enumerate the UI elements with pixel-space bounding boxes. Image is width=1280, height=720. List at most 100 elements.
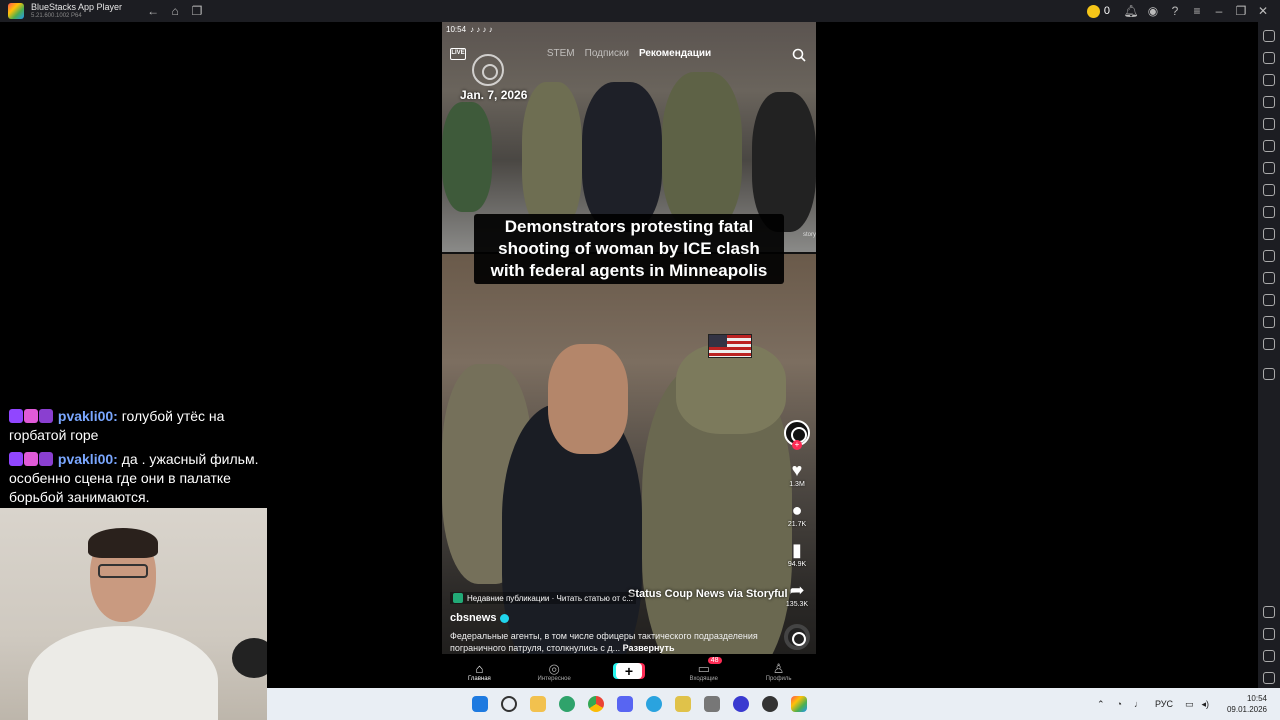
expand-caption-link[interactable]: Развернуть (623, 643, 675, 653)
tab-stem[interactable]: STEM (547, 48, 575, 59)
comment-action[interactable]: ● 21.7K (784, 500, 810, 528)
nav-home-label: Главная (467, 675, 491, 682)
app-version: 5.21.600.1002 P64 (31, 13, 82, 19)
caption-text: Федеральные агенты, в том числе офицеры … (450, 631, 758, 653)
like-action[interactable]: ♥ 1.3M (784, 460, 810, 488)
save-action[interactable]: ▮ 94.9K (784, 540, 810, 568)
author-name[interactable]: cbsnews (450, 612, 496, 624)
settings-icon[interactable] (1263, 606, 1275, 618)
rotate-icon[interactable] (1263, 140, 1275, 152)
follow-plus-icon[interactable]: + (792, 440, 802, 450)
windows-start-icon[interactable] (472, 696, 488, 712)
mic-icon[interactable]: ♩ (1134, 699, 1143, 709)
screen: BlueStacks App Player 5.21.600.1002 P64 … (0, 0, 1280, 720)
article-icon (453, 593, 463, 603)
minimize-icon[interactable]: – (1208, 4, 1230, 18)
bookmark-icon[interactable]: ▮ (792, 540, 802, 560)
display-icon[interactable]: ▭ (1185, 699, 1194, 710)
verified-badge-icon (500, 613, 510, 623)
titlebar-controls: 0 🔔︎ ◉ ? ≡ – ❐ ✕ (1086, 0, 1274, 22)
account-icon[interactable]: ◉ (1142, 4, 1164, 18)
chrome-icon[interactable] (588, 696, 604, 712)
status-time: 10:54 (446, 25, 467, 34)
nav-profile[interactable]: ♙ Профиль (749, 661, 809, 682)
search-icon[interactable] (501, 696, 517, 712)
subscriber-badge-icon (39, 452, 53, 466)
keyboard-icon[interactable] (1263, 74, 1275, 86)
volume-icon[interactable] (1263, 52, 1275, 64)
app-icon[interactable] (675, 696, 691, 712)
coin-icon[interactable] (1086, 4, 1100, 18)
notification-bell-icon[interactable]: 🔔︎ (1120, 4, 1142, 18)
gamepad-icon[interactable] (1263, 96, 1275, 108)
screenshot-icon[interactable] (1263, 206, 1275, 218)
more-options-icon[interactable] (1263, 368, 1275, 380)
tab-for-you[interactable]: Рекомендации (639, 48, 711, 59)
language-indicator[interactable]: РУС (1155, 699, 1173, 709)
compass-icon: ◎ (548, 660, 560, 676)
eco-mode-icon[interactable] (1263, 272, 1275, 284)
heart-badge-icon (24, 409, 38, 423)
android-recents-icon[interactable] (1263, 672, 1275, 684)
create-plus-icon[interactable]: + (615, 663, 642, 679)
app-name: BlueStacks App Player (31, 2, 123, 12)
telegram-icon[interactable] (646, 696, 662, 712)
heart-icon[interactable]: ♥ (792, 460, 803, 480)
chat-username: pvakli00: (57, 451, 118, 467)
save-count: 94.9K (787, 561, 807, 568)
system-tray: ⌃ ◔ ♩ РУС ▭ ◂) (1097, 688, 1209, 720)
clock-date: 09.01.2026 (1226, 705, 1267, 714)
recent-apps-icon[interactable]: ❐ (186, 4, 208, 18)
fullscreen-icon[interactable] (1263, 30, 1275, 42)
video-caption[interactable]: Федеральные агенты, в том числе офицеры … (450, 630, 780, 654)
heart-badge-icon (24, 452, 38, 466)
us-flag-patch (708, 334, 752, 358)
macro-icon[interactable] (1263, 162, 1275, 174)
back-arrow-icon[interactable]: ← (142, 4, 164, 18)
close-icon[interactable]: ✕ (1252, 4, 1274, 18)
nav-create[interactable]: + (599, 663, 659, 679)
volume-icon[interactable]: ◂) (1202, 699, 1210, 710)
music-disc-icon[interactable] (784, 624, 810, 650)
messenger-icon[interactable] (733, 696, 749, 712)
discord-icon[interactable] (617, 696, 633, 712)
share-arrow-icon[interactable]: ➦ (789, 580, 804, 600)
record-icon[interactable] (1263, 118, 1275, 130)
twitch-badge-icon (9, 409, 23, 423)
video-date: Jan. 7, 2026 (460, 88, 528, 102)
chevron-up-icon[interactable]: ⌃ (1097, 699, 1105, 710)
recent-posts-label: Недавние публикации · Читать статью от с… (467, 593, 633, 603)
search-icon[interactable] (792, 48, 806, 62)
file-explorer-icon[interactable] (530, 696, 546, 712)
help-icon[interactable]: ? (1164, 4, 1186, 18)
author-row[interactable]: cbsnews (450, 612, 510, 624)
android-home-icon[interactable] (1263, 650, 1275, 662)
network-icon[interactable]: ◔ (1117, 699, 1122, 709)
menu-icon[interactable]: ≡ (1186, 4, 1208, 18)
multi-instance-icon[interactable] (1263, 316, 1275, 328)
recent-posts-banner[interactable]: Недавние публикации · Читать статью от с… (450, 592, 636, 604)
chat-message: pvakli00: голубой утёс на горбатой горе (9, 407, 264, 445)
cbs-eye-logo (472, 54, 504, 86)
media-folder-icon[interactable] (1263, 228, 1275, 240)
app-icon[interactable] (704, 696, 720, 712)
tab-following[interactable]: Подписки (585, 48, 629, 59)
bottom-nav: ⌂ Главная ◎ Интересное + ▭ 48 Входящие ♙… (442, 654, 816, 688)
taskbar-clock[interactable]: 10:54 09.01.2026 (1217, 693, 1267, 715)
obs-icon[interactable] (762, 696, 778, 712)
nav-discover[interactable]: ◎ Интересное (524, 661, 584, 682)
bluestacks-icon[interactable] (791, 696, 807, 712)
performance-icon[interactable] (1263, 184, 1275, 196)
home-icon[interactable]: ⌂ (164, 4, 186, 18)
like-count: 1.3M (789, 481, 805, 488)
nav-home[interactable]: ⌂ Главная (449, 661, 509, 682)
install-apk-icon[interactable] (1263, 250, 1275, 262)
sync-icon[interactable] (1263, 338, 1275, 350)
microphone (232, 638, 267, 678)
android-back-icon[interactable] (1263, 628, 1275, 640)
restore-icon[interactable]: ❐ (1230, 4, 1252, 18)
location-icon[interactable] (1263, 294, 1275, 306)
edge-icon[interactable] (559, 696, 575, 712)
comment-icon[interactable]: ● (792, 500, 803, 520)
nav-inbox[interactable]: ▭ 48 Входящие (674, 656, 734, 682)
